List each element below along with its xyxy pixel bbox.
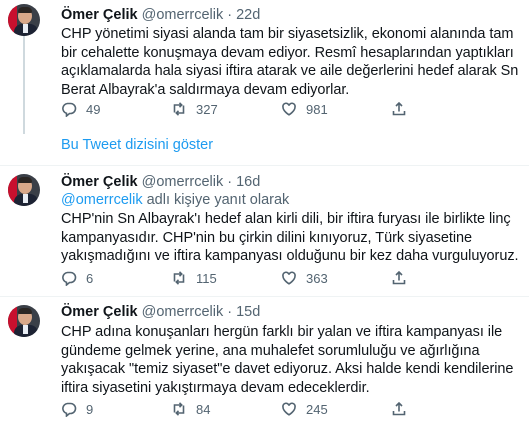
- share-button[interactable]: [391, 101, 407, 117]
- like-count: 981: [306, 101, 328, 117]
- avatar[interactable]: [8, 4, 40, 36]
- reply-to-label: adlı kişiye yanıt olarak: [142, 192, 290, 208]
- reply-button[interactable]: 6: [61, 270, 93, 286]
- tweet-header: Ömer Çelik @omerrcelik · 15d: [61, 303, 519, 321]
- tweet-text: CHP'nin Sn Albayrak'ı hedef alan kirli d…: [61, 211, 519, 264]
- retweet-button[interactable]: 327: [171, 101, 218, 117]
- separator-dot: ·: [227, 174, 233, 190]
- reply-button[interactable]: 49: [61, 101, 100, 117]
- share-icon: [392, 101, 406, 116]
- retweet-button[interactable]: 84: [171, 401, 210, 417]
- heart-icon: [282, 402, 296, 416]
- like-button[interactable]: 981: [281, 101, 328, 117]
- author-handle[interactable]: @omerrcelik: [142, 304, 224, 320]
- avatar[interactable]: [8, 174, 40, 206]
- reply-count: 49: [86, 101, 101, 117]
- like-count: 363: [306, 270, 328, 286]
- reply-count: 6: [86, 270, 94, 286]
- reply-button[interactable]: 9: [61, 401, 93, 417]
- reply-count: 9: [86, 401, 94, 417]
- author-name[interactable]: Ömer Çelik: [61, 304, 138, 320]
- author-name[interactable]: Ömer Çelik: [61, 7, 138, 23]
- share-icon: [392, 401, 406, 416]
- heart-icon: [282, 102, 296, 116]
- tweet[interactable]: Ömer Çelik @omerrcelik · 16d @omerrcelik…: [0, 166, 529, 295]
- tweet-text: CHP adına konuşanları hergün farklı bir …: [61, 324, 514, 396]
- show-thread-link[interactable]: Bu Tweet dizisini göster: [61, 137, 213, 153]
- share-button[interactable]: [391, 401, 407, 417]
- heart-icon: [282, 271, 296, 285]
- separator-dot: ·: [227, 304, 233, 320]
- like-button[interactable]: 363: [281, 270, 328, 286]
- author-handle[interactable]: @omerrcelik: [142, 7, 224, 23]
- share-icon: [392, 270, 406, 285]
- tweet[interactable]: Ömer Çelik @omerrcelik · 15d CHP adına k…: [0, 297, 529, 427]
- reply-icon: [62, 102, 77, 117]
- author-name[interactable]: Ömer Çelik: [61, 174, 138, 190]
- tweet-timestamp[interactable]: 22d: [236, 7, 260, 23]
- retweet-icon: [173, 402, 185, 416]
- tweet-timestamp[interactable]: 15d: [236, 304, 260, 320]
- like-count: 245: [306, 401, 328, 417]
- reply-icon: [62, 402, 77, 417]
- retweet-count: 84: [196, 401, 211, 417]
- tweet-text: CHP yönetimi siyasi alanda tam bir siyas…: [61, 26, 519, 98]
- tweet-header: Ömer Çelik @omerrcelik · 22d: [61, 6, 519, 24]
- reply-mention-link[interactable]: @omerrcelik: [61, 192, 143, 208]
- retweet-button[interactable]: 115: [171, 270, 217, 286]
- separator-dot: ·: [227, 7, 233, 23]
- avatar[interactable]: [8, 305, 40, 337]
- replying-to: @omerrcelik adlı kişiye yanıt olarak: [61, 191, 519, 209]
- tweet-header: Ömer Çelik @omerrcelik · 16d: [61, 173, 519, 191]
- retweet-count: 327: [196, 101, 218, 117]
- retweet-icon: [173, 102, 185, 116]
- tweet[interactable]: Ömer Çelik @omerrcelik · 22d CHP yönetim…: [0, 0, 529, 130]
- retweet-count: 115: [196, 270, 217, 286]
- reply-icon: [62, 271, 77, 286]
- retweet-icon: [173, 271, 185, 285]
- tweet-timestamp[interactable]: 16d: [236, 174, 260, 190]
- author-handle[interactable]: @omerrcelik: [142, 174, 224, 190]
- share-button[interactable]: [391, 270, 407, 286]
- like-button[interactable]: 245: [281, 401, 328, 417]
